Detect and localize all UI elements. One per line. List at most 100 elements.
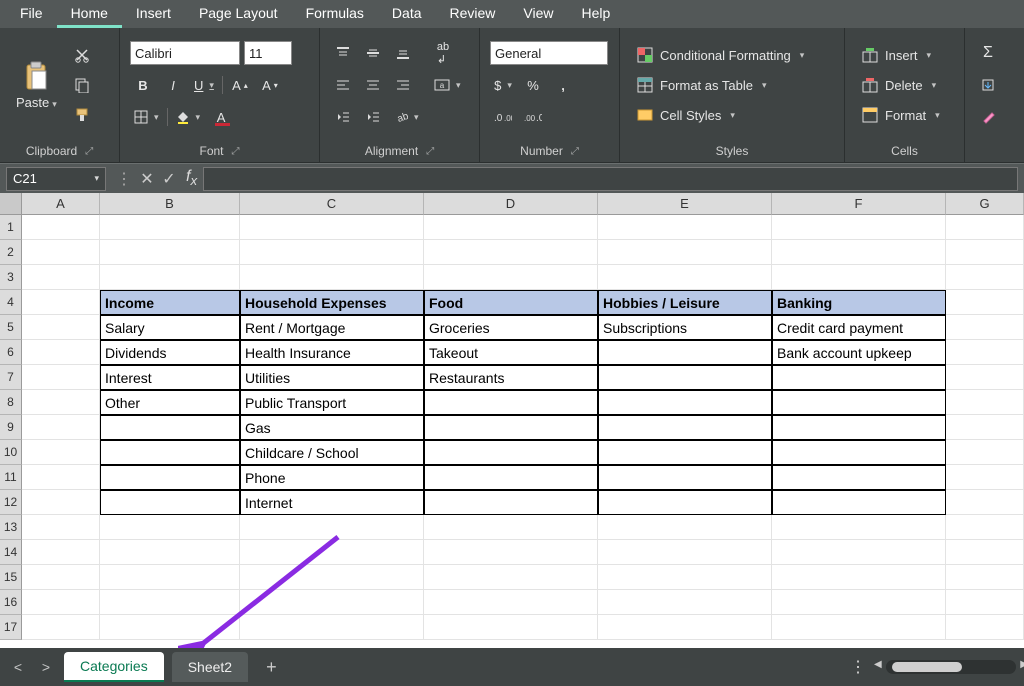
tab-view[interactable]: View (509, 1, 567, 28)
cell[interactable] (946, 440, 1024, 465)
row-header[interactable]: 7 (0, 365, 22, 390)
cell[interactable]: Banking (772, 290, 946, 315)
col-header-G[interactable]: G (946, 193, 1024, 215)
row-header[interactable]: 11 (0, 465, 22, 490)
cell[interactable] (946, 515, 1024, 540)
copy-button[interactable] (69, 73, 95, 97)
cell[interactable]: Health Insurance (240, 340, 424, 365)
cell[interactable] (598, 565, 772, 590)
col-header-F[interactable]: F (772, 193, 946, 215)
cell[interactable] (22, 440, 100, 465)
cell[interactable]: Internet (240, 490, 424, 515)
align-bottom-button[interactable] (390, 41, 416, 65)
tab-file[interactable]: File (6, 1, 57, 28)
cell[interactable] (946, 615, 1024, 640)
cell[interactable] (772, 365, 946, 390)
cell[interactable] (22, 465, 100, 490)
cell[interactable] (100, 490, 240, 515)
formula-input[interactable] (203, 167, 1018, 191)
font-name-select[interactable] (130, 41, 240, 65)
fill-color-button[interactable] (172, 105, 205, 129)
cell[interactable] (22, 315, 100, 340)
cell[interactable] (598, 215, 772, 240)
cell[interactable] (240, 540, 424, 565)
cell[interactable] (424, 590, 598, 615)
cell[interactable] (22, 215, 100, 240)
clipboard-dialog-launcher[interactable]: ⤢ (85, 146, 93, 157)
cell[interactable] (240, 515, 424, 540)
spreadsheet-grid[interactable]: A B C D E F G 1234IncomeHousehold Expens… (0, 193, 1024, 648)
cell[interactable] (100, 565, 240, 590)
cell[interactable] (424, 390, 598, 415)
cell[interactable] (22, 590, 100, 615)
font-color-button[interactable]: A (208, 105, 234, 129)
tab-formulas[interactable]: Formulas (292, 1, 378, 28)
cell[interactable] (598, 390, 772, 415)
row-header[interactable]: 10 (0, 440, 22, 465)
insert-cells-button[interactable]: Insert (855, 44, 954, 66)
enter-formula-button[interactable]: ✓ (158, 169, 180, 189)
add-sheet-button[interactable]: + (256, 657, 287, 678)
cell[interactable] (598, 365, 772, 390)
align-center-button[interactable] (360, 73, 386, 97)
cell[interactable] (946, 540, 1024, 565)
col-header-E[interactable]: E (598, 193, 772, 215)
cell[interactable] (22, 615, 100, 640)
cell[interactable] (22, 515, 100, 540)
cell[interactable] (424, 615, 598, 640)
cell[interactable] (598, 465, 772, 490)
cell[interactable]: Credit card payment (772, 315, 946, 340)
cell[interactable] (424, 240, 598, 265)
sheet-nav-next[interactable]: > (36, 659, 56, 675)
cell[interactable] (100, 465, 240, 490)
cell[interactable] (22, 240, 100, 265)
row-header[interactable]: 13 (0, 515, 22, 540)
cell[interactable] (946, 565, 1024, 590)
cell[interactable] (946, 315, 1024, 340)
sheet-options-button[interactable]: ⋮ (850, 657, 868, 677)
cell[interactable]: Household Expenses (240, 290, 424, 315)
cell[interactable] (100, 240, 240, 265)
cell[interactable] (946, 415, 1024, 440)
cell[interactable] (424, 490, 598, 515)
align-top-button[interactable] (330, 41, 356, 65)
tab-page-layout[interactable]: Page Layout (185, 1, 292, 28)
wrap-text-button[interactable]: ab↲ (430, 41, 456, 65)
sheet-nav-prev[interactable]: < (8, 659, 28, 675)
clear-button[interactable] (975, 105, 1001, 129)
font-dialog-launcher[interactable]: ⤢ (232, 146, 240, 157)
row-header[interactable]: 12 (0, 490, 22, 515)
cell[interactable] (240, 590, 424, 615)
format-cells-button[interactable]: Format (855, 104, 954, 126)
cell[interactable] (240, 240, 424, 265)
cell[interactable] (100, 415, 240, 440)
autosum-button[interactable]: Σ (975, 41, 1001, 65)
cell[interactable] (772, 215, 946, 240)
row-header[interactable]: 3 (0, 265, 22, 290)
cancel-formula-button[interactable]: ✕ (136, 169, 158, 189)
cell[interactable] (772, 590, 946, 615)
cell[interactable] (772, 390, 946, 415)
row-header[interactable]: 15 (0, 565, 22, 590)
cell[interactable] (598, 540, 772, 565)
cell[interactable] (772, 415, 946, 440)
row-header[interactable]: 6 (0, 340, 22, 365)
cell[interactable] (100, 265, 240, 290)
cell[interactable] (946, 490, 1024, 515)
cell[interactable] (598, 515, 772, 540)
cell[interactable] (100, 590, 240, 615)
cell[interactable] (946, 265, 1024, 290)
cell[interactable]: Restaurants (424, 365, 598, 390)
delete-cells-button[interactable]: Delete (855, 74, 954, 96)
tab-home[interactable]: Home (57, 1, 122, 28)
sheet-tab-sheet2[interactable]: Sheet2 (172, 652, 248, 682)
col-header-C[interactable]: C (240, 193, 424, 215)
cell[interactable] (946, 465, 1024, 490)
cell[interactable] (946, 240, 1024, 265)
cell[interactable] (424, 565, 598, 590)
cell[interactable]: Subscriptions (598, 315, 772, 340)
row-header[interactable]: 17 (0, 615, 22, 640)
increase-indent-button[interactable] (360, 105, 386, 129)
cut-button[interactable] (69, 43, 95, 67)
cell[interactable]: Phone (240, 465, 424, 490)
